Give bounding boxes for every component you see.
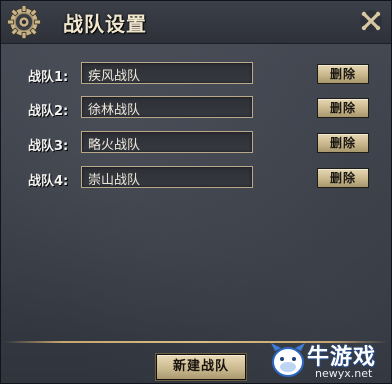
gear-icon xyxy=(7,5,41,39)
team-name-input[interactable]: 徐林战队 xyxy=(81,96,253,118)
team-row-4: 战队4: 崇山战队 删除 xyxy=(1,166,391,194)
new-team-button[interactable]: 新建战队 xyxy=(156,354,246,380)
watermark-logo-icon xyxy=(271,343,305,377)
delete-button[interactable]: 删除 xyxy=(317,168,369,188)
team-label: 战队3: xyxy=(28,139,69,154)
dialog-title: 战队设置 xyxy=(63,12,147,36)
close-icon[interactable] xyxy=(359,9,383,33)
team-name-input[interactable]: 疾风战队 xyxy=(81,62,253,84)
team-row-3: 战队3: 略火战队 删除 xyxy=(1,131,391,159)
team-settings-dialog: 战队设置 战队1: 疾风战队 删除 战队2: 徐林战队 删除 战队3: 略火战队… xyxy=(0,0,392,384)
team-row-2: 战队2: 徐林战队 删除 xyxy=(1,96,391,124)
team-name-input[interactable]: 略火战队 xyxy=(81,131,253,153)
team-name-input[interactable]: 崇山战队 xyxy=(81,166,253,188)
team-row-1: 战队1: 疾风战队 删除 xyxy=(1,62,391,90)
watermark-url: newyx.net xyxy=(315,367,373,380)
delete-button[interactable]: 删除 xyxy=(317,64,369,84)
watermark: 牛游戏 newyx.net xyxy=(269,339,391,383)
team-label: 战队4: xyxy=(28,174,69,189)
delete-button[interactable]: 删除 xyxy=(317,133,369,153)
team-label: 战队1: xyxy=(28,70,69,85)
title-bar: 战队设置 xyxy=(1,1,391,44)
delete-button[interactable]: 删除 xyxy=(317,98,369,118)
team-label: 战队2: xyxy=(28,104,69,119)
